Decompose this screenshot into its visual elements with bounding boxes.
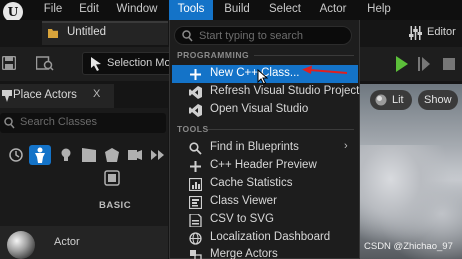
visual-effects-icon[interactable] xyxy=(104,147,120,163)
unreal-logo[interactable]: U xyxy=(3,2,23,22)
menu-item-label: Find in Blueprints xyxy=(210,141,299,153)
menu-item-label: Cache Statistics xyxy=(210,177,293,189)
menu-search-input[interactable]: Start typing to search xyxy=(174,26,352,45)
section-tools-label: TOOLS xyxy=(177,124,209,134)
place-actors-title: Place Actors xyxy=(13,89,77,101)
menu-item-label: C++ Header Preview xyxy=(210,159,317,171)
place-actors-icon xyxy=(2,90,12,102)
menu-item-merge-actors[interactable]: Merge Actors xyxy=(172,246,358,259)
content-browser-icon[interactable] xyxy=(36,55,54,71)
volumes-icon[interactable] xyxy=(149,147,165,163)
visual-studio-icon xyxy=(189,104,202,117)
menu-item-open-visual-studio[interactable]: Open Visual Studio xyxy=(172,101,358,119)
menu-build[interactable]: Build xyxy=(222,0,252,20)
menu-item-csv-to-svg[interactable]: CSV to SVG xyxy=(172,211,358,229)
all-classes-icon[interactable] xyxy=(104,170,120,186)
place-actors-tab[interactable]: Place Actors X xyxy=(0,84,114,108)
annotation-arrow-icon xyxy=(302,65,348,74)
cpp-header-icon xyxy=(190,161,201,172)
document-tab[interactable]: Untitled xyxy=(42,21,168,45)
search-classes-placeholder: Search Classes xyxy=(20,116,98,128)
menu-item-localization-dashboard[interactable]: Localization Dashboard xyxy=(172,229,358,247)
recent-icon[interactable] xyxy=(8,147,24,163)
editor-mode-button[interactable]: Editor xyxy=(405,24,462,42)
lights-icon[interactable] xyxy=(58,147,74,163)
close-icon[interactable]: X xyxy=(93,88,100,100)
menu-item-label: CSV to SVG xyxy=(210,213,274,225)
menu-help[interactable]: Help xyxy=(364,0,394,20)
menu-file[interactable]: File xyxy=(40,0,66,20)
menu-item-refresh-visual-studio-project[interactable]: Refresh Visual Studio Project xyxy=(172,83,360,101)
cinematic-icon[interactable] xyxy=(81,147,97,163)
document-tab-title: Untitled xyxy=(67,26,106,38)
actor-figure-icon xyxy=(35,147,45,163)
cursor-icon xyxy=(91,57,101,71)
search-classes-input[interactable]: Search Classes xyxy=(0,113,166,133)
menu-item-label: Open Visual Studio xyxy=(210,103,309,115)
show-label: Show xyxy=(424,94,452,106)
section-divider xyxy=(254,55,354,56)
show-flags-button[interactable]: Show xyxy=(418,90,458,110)
watermark-text: CSDN @Zhichao_97 xyxy=(364,241,453,252)
menu-bar: U File Edit Window Tools Build Select Ac… xyxy=(0,0,462,22)
menu-item-class-viewer[interactable]: Class Viewer xyxy=(172,193,358,211)
section-divider xyxy=(208,129,354,130)
geometry-icon[interactable] xyxy=(127,147,143,163)
localization-icon xyxy=(189,232,202,245)
editor-mode-label: Editor xyxy=(427,26,456,38)
section-programming-label: PROGRAMMING xyxy=(177,50,250,60)
merge-actors-icon xyxy=(190,250,202,259)
search-icon xyxy=(182,30,193,42)
find-icon xyxy=(189,142,202,155)
selection-mode-dropdown[interactable]: Selection Mo xyxy=(82,52,174,75)
menu-item-cpp-header-preview[interactable]: C++ Header Preview xyxy=(172,157,358,175)
menu-item-label: Class Viewer xyxy=(210,195,277,207)
lit-sphere-icon xyxy=(375,94,387,106)
menu-item-find-in-blueprints[interactable]: Find in Blueprints › xyxy=(172,139,358,157)
lit-label: Lit xyxy=(392,94,404,106)
menu-search-placeholder: Start typing to search xyxy=(199,30,303,42)
search-icon xyxy=(4,117,15,129)
menu-item-label: Localization Dashboard xyxy=(210,231,331,243)
step-icon[interactable] xyxy=(418,56,430,72)
menu-select[interactable]: Select xyxy=(266,0,304,20)
category-title: BASIC xyxy=(99,200,132,211)
menu-actor[interactable]: Actor xyxy=(316,0,350,20)
lit-view-mode-button[interactable]: Lit xyxy=(370,90,412,110)
plus-file-icon xyxy=(190,69,201,80)
actor-sphere-icon xyxy=(7,231,35,259)
selection-mode-label: Selection Mo xyxy=(107,57,171,69)
sliders-icon xyxy=(409,26,422,40)
mouse-cursor-icon xyxy=(257,69,268,85)
menu-item-label: Merge Actors xyxy=(210,248,278,259)
menu-item-label: Refresh Visual Studio Project xyxy=(210,85,360,97)
class-viewer-icon xyxy=(189,196,202,209)
menu-item-label: New C++ Class... xyxy=(210,67,300,79)
csv-icon xyxy=(189,214,202,227)
save-icon[interactable] xyxy=(2,56,16,70)
visual-studio-icon xyxy=(189,86,202,99)
stop-icon[interactable] xyxy=(442,56,456,72)
menu-window[interactable]: Window xyxy=(115,0,159,20)
actor-item-label: Actor xyxy=(54,236,80,248)
basic-category-tab[interactable] xyxy=(29,145,51,165)
level-folder-icon xyxy=(48,29,58,38)
submenu-chevron-icon: › xyxy=(344,140,348,152)
menu-tools[interactable]: Tools xyxy=(169,0,213,20)
menu-item-cache-statistics[interactable]: Cache Statistics xyxy=(172,175,358,193)
statistics-icon xyxy=(189,178,202,191)
play-icon[interactable] xyxy=(396,56,408,72)
menu-edit[interactable]: Edit xyxy=(76,0,102,20)
